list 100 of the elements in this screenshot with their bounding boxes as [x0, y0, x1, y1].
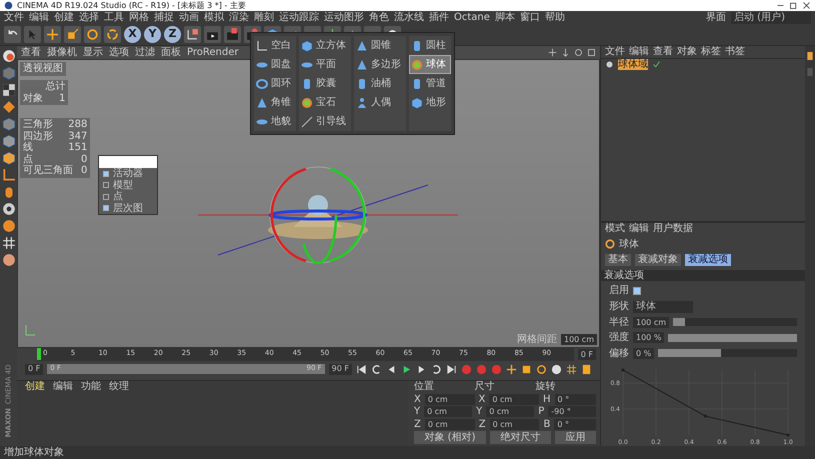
skip-start-icon[interactable]: [356, 364, 367, 374]
menu-item[interactable]: 圆柱: [410, 37, 450, 54]
menu-item[interactable]: 活动器: [99, 168, 157, 180]
menu-item[interactable]: 编辑: [629, 46, 649, 58]
menu-item[interactable]: 工具: [104, 12, 124, 24]
scale-icon[interactable]: [66, 28, 79, 41]
coordinate-field[interactable]: 0 cm: [490, 418, 540, 430]
slider-fill[interactable]: [673, 318, 686, 326]
cube-icon[interactable]: [2, 151, 16, 165]
menu-item[interactable]: 地貌: [255, 113, 295, 130]
rotate-icon[interactable]: [86, 28, 99, 41]
menu-item[interactable]: 多边形: [355, 56, 405, 73]
menu-item[interactable]: 选择: [79, 12, 99, 24]
menu-item[interactable]: 过滤: [135, 46, 155, 58]
coordinate-field[interactable]: 0 cm: [489, 394, 539, 405]
dropdown-button[interactable]: 绝对尺寸: [490, 431, 551, 444]
loop-icon[interactable]: [371, 364, 382, 374]
menu-item[interactable]: 查看: [653, 46, 673, 58]
coordinate-field[interactable]: 0 cm: [424, 418, 475, 430]
coordinate-field[interactable]: 0 °: [554, 418, 596, 430]
grid-icon[interactable]: [566, 364, 577, 374]
menu-item[interactable]: 标签: [701, 46, 721, 58]
tab[interactable]: 基本: [605, 254, 631, 266]
dropdown[interactable]: 球体: [633, 300, 693, 312]
menu-item[interactable]: 书签: [725, 46, 745, 58]
checkbox[interactable]: [633, 286, 641, 295]
number-field[interactable]: 100 %: [633, 332, 664, 344]
number-field[interactable]: 0 %: [633, 348, 654, 359]
coordinate-field[interactable]: 0 cm: [424, 406, 472, 418]
menu-item[interactable]: 帮助: [544, 12, 565, 24]
layout-dropdown[interactable]: 启动 (用户): [731, 12, 811, 24]
menu-item[interactable]: 脚本: [494, 12, 515, 24]
axis-toggle[interactable]: Z: [164, 26, 181, 43]
menu-item[interactable]: ProRender: [187, 46, 238, 58]
menu-item[interactable]: 空白: [255, 37, 295, 54]
sphere-icon[interactable]: [2, 49, 16, 63]
menu-item[interactable]: 面板: [161, 46, 181, 58]
axis-toggle[interactable]: X: [124, 26, 141, 43]
menu-item[interactable]: 创建: [25, 381, 45, 392]
restore-icon[interactable]: [789, 1, 798, 10]
menu-item[interactable]: Octane: [454, 12, 490, 24]
menu-item[interactable]: 创建: [54, 12, 74, 24]
menu-item[interactable]: 圆环: [255, 75, 295, 92]
slider-fill[interactable]: [658, 349, 721, 358]
zoom-icon[interactable]: [561, 48, 570, 57]
menu-item[interactable]: 查看: [21, 46, 41, 58]
menu-item[interactable]: 流水线: [394, 12, 424, 24]
menu-item[interactable]: 显示: [83, 46, 103, 58]
menu-item[interactable]: 球体: [410, 56, 450, 73]
menu-item[interactable]: 捕捉: [154, 12, 174, 24]
menu-item[interactable]: 角色: [369, 12, 389, 24]
menu-item[interactable]: 功能: [81, 381, 101, 392]
move-icon[interactable]: [548, 48, 557, 57]
menu-item[interactable]: 摄像机: [47, 46, 77, 58]
move-icon[interactable]: [506, 364, 517, 374]
menu-item[interactable]: 平面: [300, 56, 350, 73]
menu-item[interactable]: 运动图形: [324, 12, 364, 24]
tab[interactable]: 衰减对象: [635, 254, 681, 266]
axis-icon[interactable]: [2, 168, 16, 182]
play-icon[interactable]: [401, 364, 412, 374]
menu-item[interactable]: 立方体: [300, 37, 350, 54]
skip-end-icon[interactable]: [446, 364, 457, 374]
step-forward-icon[interactable]: [416, 364, 427, 374]
menu-item[interactable]: 动画: [179, 12, 199, 24]
frame-field[interactable]: 90 F: [328, 364, 352, 374]
rotate-icon[interactable]: [574, 48, 583, 57]
coordinate-icon[interactable]: [186, 28, 199, 41]
menu-item[interactable]: 管道: [410, 75, 450, 92]
menu-item[interactable]: 运动跟踪: [279, 12, 319, 24]
rotate-icon[interactable]: [106, 28, 119, 41]
coordinate-field[interactable]: 0 °: [554, 394, 596, 405]
slider-fill[interactable]: [668, 334, 797, 342]
menu-item[interactable]: 宝石: [300, 94, 350, 111]
menu-item[interactable]: 渲染: [229, 12, 249, 24]
tab[interactable]: 衰减选项: [685, 254, 731, 266]
step-back-icon[interactable]: [386, 364, 397, 374]
scale-icon[interactable]: [521, 364, 532, 374]
coordinate-field[interactable]: 0 cm: [486, 406, 534, 418]
coordinate-field[interactable]: -90 °: [548, 406, 596, 418]
loop-icon[interactable]: [431, 364, 442, 374]
grid-icon[interactable]: [2, 236, 16, 250]
rotate-icon[interactable]: [536, 364, 547, 374]
menu-item[interactable]: 层次图: [99, 202, 157, 214]
frame-field[interactable]: 0 F: [25, 364, 44, 374]
diamond-icon[interactable]: [2, 100, 16, 114]
menu-item[interactable]: 文件: [605, 46, 625, 58]
menu-item[interactable]: 文件: [4, 12, 24, 24]
texture-icon[interactable]: [2, 83, 16, 97]
menu-item[interactable]: 插件: [429, 12, 449, 24]
menu-item[interactable]: 对象: [677, 46, 697, 58]
number-field[interactable]: 100 cm: [633, 316, 670, 328]
dropdown-button[interactable]: 应用: [554, 431, 596, 444]
menu-item[interactable]: 窗口: [520, 12, 540, 24]
menu-item[interactable]: 纹理: [109, 381, 129, 392]
menu-item[interactable]: 选项: [109, 46, 129, 58]
dropdown-button[interactable]: 对象 (相对): [414, 431, 486, 444]
cube-icon[interactable]: [2, 134, 16, 148]
menu-item[interactable]: 油桶: [355, 75, 405, 92]
menu-item[interactable]: 点: [99, 191, 157, 202]
menu-item[interactable]: 地形: [410, 94, 450, 111]
